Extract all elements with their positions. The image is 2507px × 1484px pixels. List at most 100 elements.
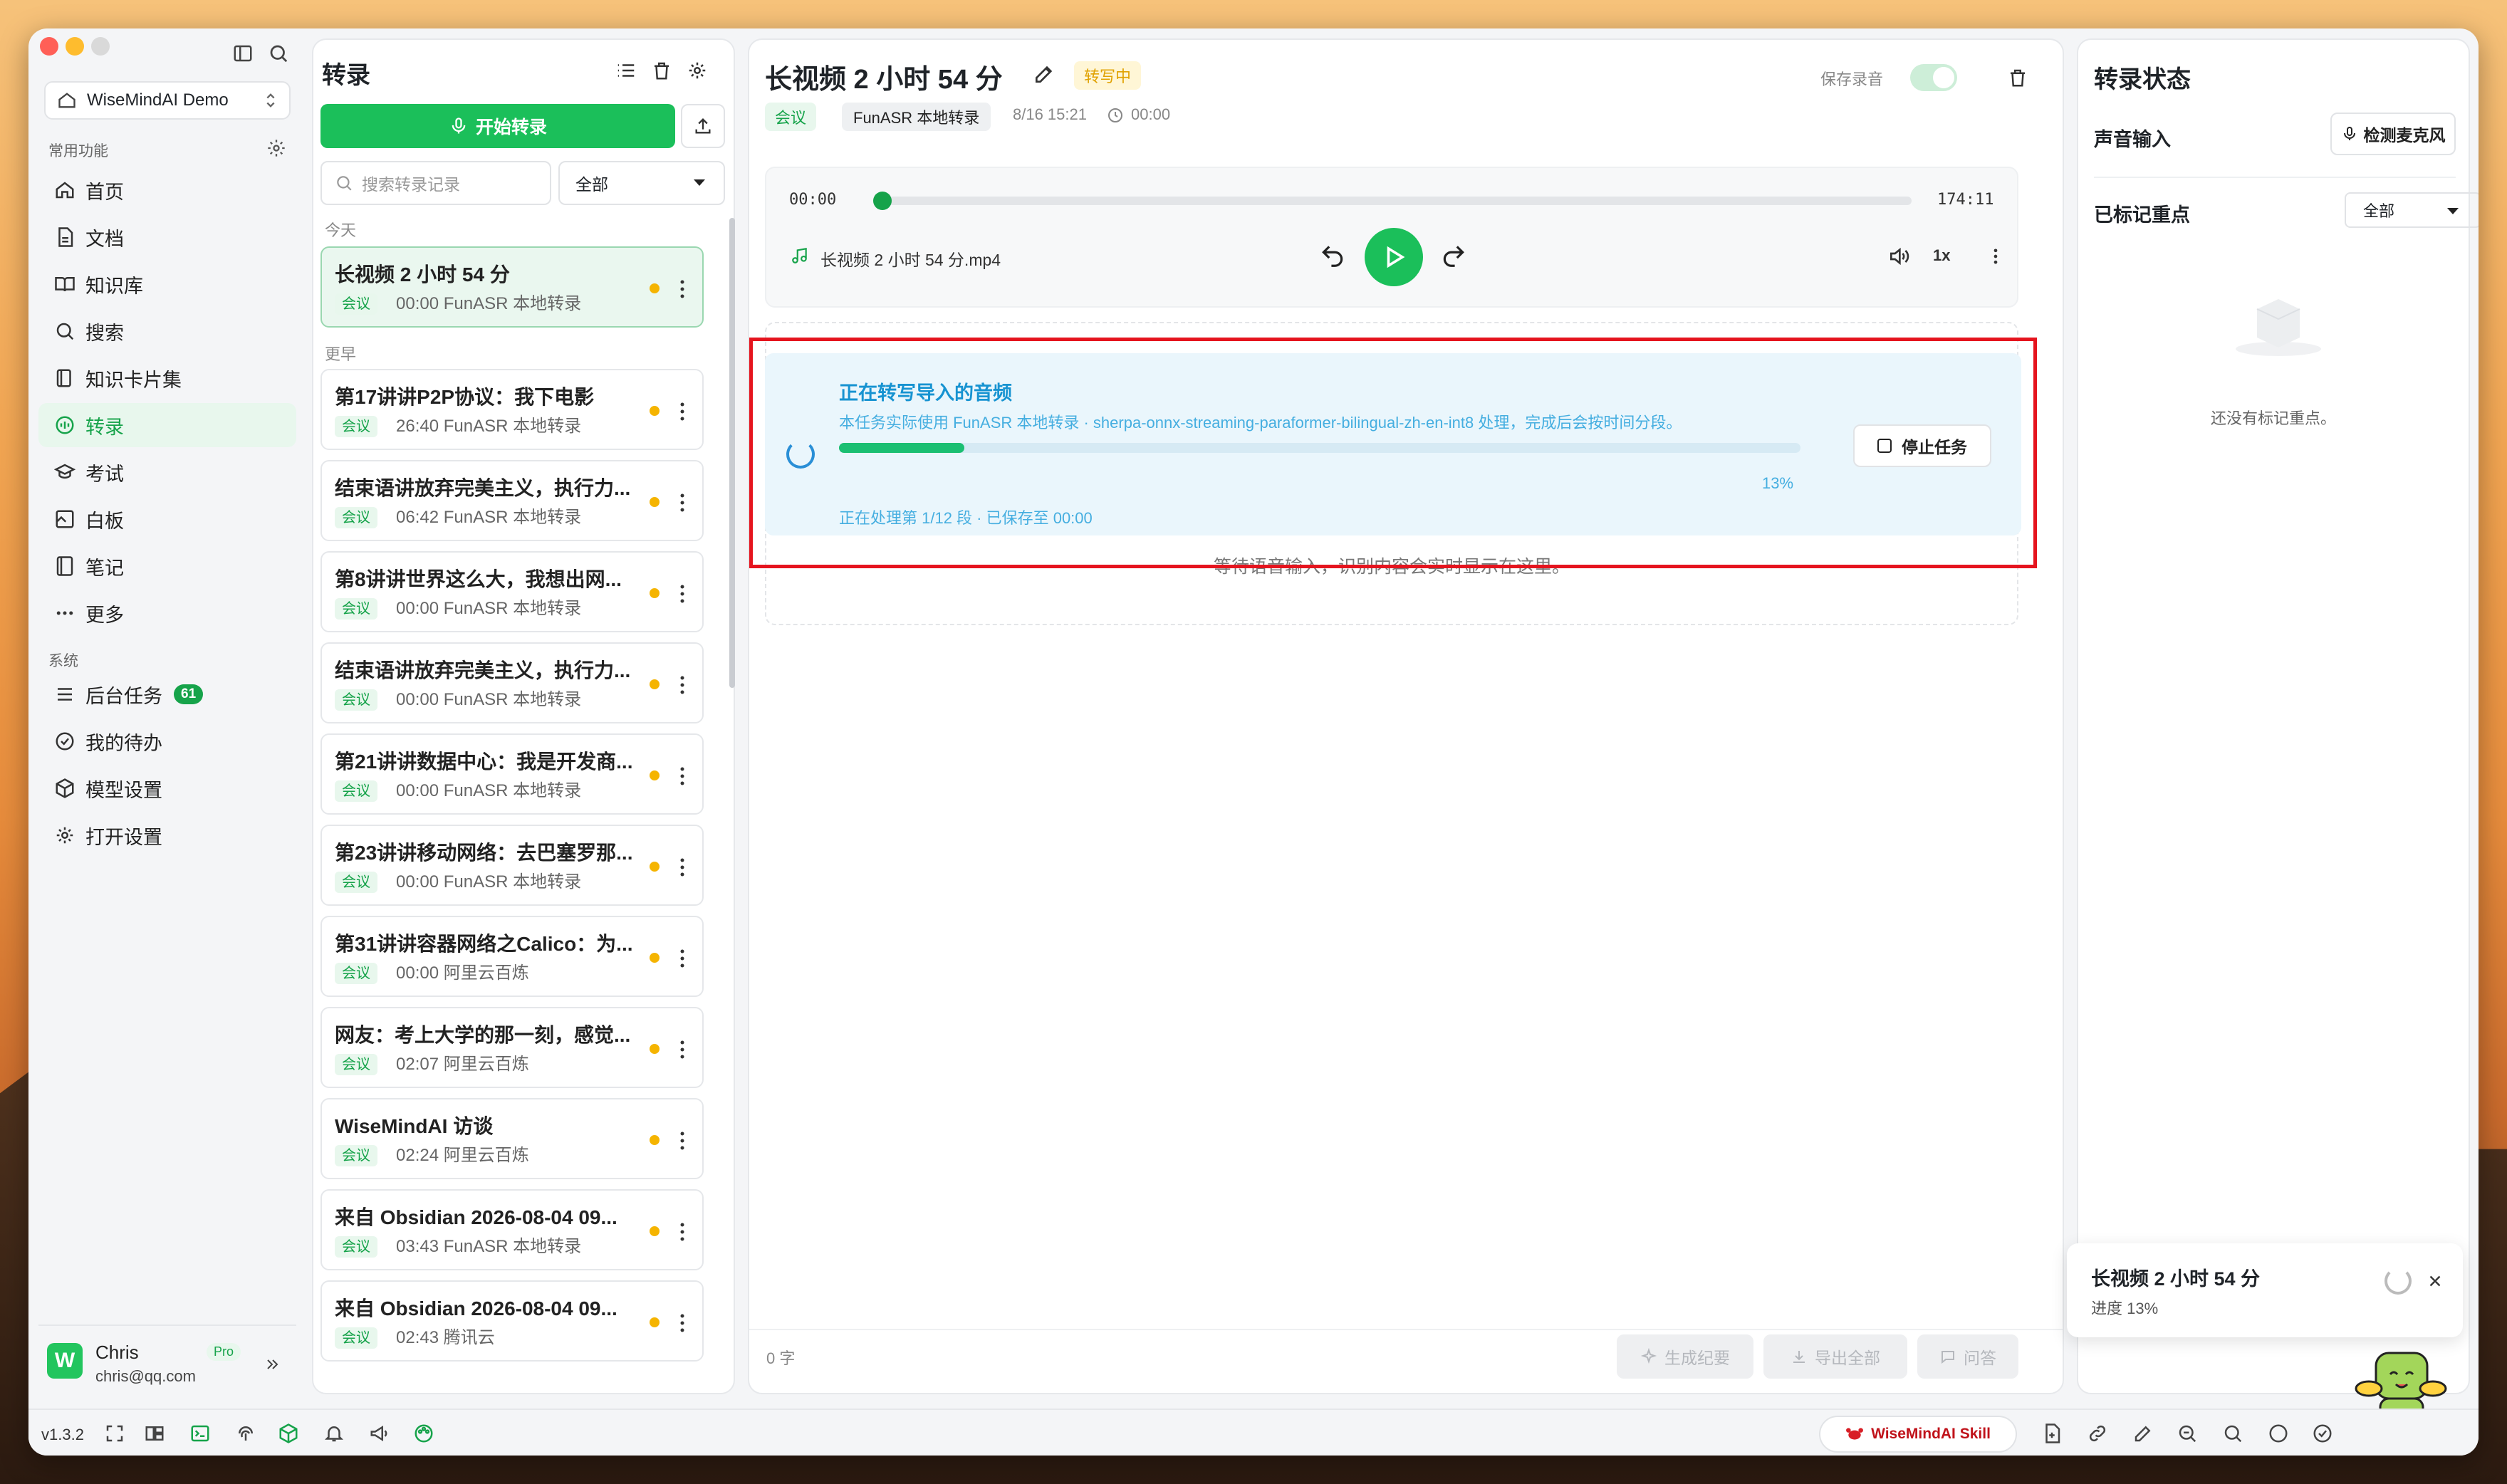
- bell-icon[interactable]: [323, 1423, 345, 1444]
- more-vertical-icon[interactable]: [674, 276, 691, 302]
- list-item[interactable]: 来自 Obsidian 2026-08-04 09... 会议 02:43 腾讯云: [320, 1280, 704, 1362]
- chevrons-right-icon[interactable]: [264, 1356, 281, 1373]
- save-audio-toggle[interactable]: [1910, 64, 1957, 91]
- exam-icon: [54, 461, 75, 483]
- sidebar-item-search[interactable]: 搜索: [38, 309, 296, 353]
- seek-knob[interactable]: [873, 192, 892, 210]
- workspace-selector[interactable]: WiseMindAI Demo: [44, 81, 291, 120]
- more-vertical-icon[interactable]: [674, 399, 691, 424]
- list-view-icon[interactable]: [615, 60, 637, 81]
- more-vertical-icon[interactable]: [1986, 245, 2006, 268]
- list-item[interactable]: 第23讲讲移动网络：去巴塞罗那... 会议 00:00 FunASR 本地转录: [320, 825, 704, 906]
- marked-filter-select[interactable]: 全部: [2345, 192, 2479, 228]
- sidebar-item-label: 考试: [85, 463, 124, 485]
- terminal-icon[interactable]: [189, 1423, 211, 1444]
- list-item[interactable]: 第17讲讲P2P协议：我下电影 会议 26:40 FunASR 本地转录: [320, 369, 704, 450]
- file-add-icon[interactable]: [2041, 1423, 2063, 1444]
- filter-select[interactable]: 全部: [558, 161, 725, 205]
- fullscreen-icon[interactable]: [104, 1423, 125, 1444]
- fingerprint-icon[interactable]: [235, 1423, 256, 1444]
- marked-filter-value: 全部: [2363, 202, 2395, 220]
- start-transcription-button[interactable]: 开始转录: [320, 104, 675, 148]
- close-icon[interactable]: [2426, 1272, 2444, 1290]
- upload-button[interactable]: [681, 104, 725, 148]
- more-vertical-icon[interactable]: [674, 1037, 691, 1062]
- list-item[interactable]: 结束语讲放弃完美主义，执行力... 会议 06:42 FunASR 本地转录: [320, 460, 704, 541]
- skill-label: WiseMindAI Skill: [1871, 1426, 1991, 1442]
- sidebar-item-notes[interactable]: 笔记: [38, 544, 296, 588]
- rewind-icon[interactable]: [1319, 242, 1346, 269]
- qa-button[interactable]: 问答: [1917, 1334, 2018, 1379]
- export-all-button[interactable]: 导出全部: [1763, 1334, 1907, 1379]
- more-vertical-icon[interactable]: [674, 763, 691, 789]
- megaphone-icon[interactable]: [369, 1423, 390, 1444]
- trash-icon[interactable]: [2007, 67, 2028, 88]
- more-vertical-icon[interactable]: [674, 1219, 691, 1245]
- list-item[interactable]: 第21讲讲数据中心：我是开发商... 会议 00:00 FunASR 本地转录: [320, 733, 704, 815]
- user-profile[interactable]: W Chris chris@qq.com Pro: [38, 1324, 296, 1399]
- list-item[interactable]: 第8讲讲世界这么大，我想出网... 会议 00:00 FunASR 本地转录: [320, 551, 704, 632]
- more-vertical-icon[interactable]: [674, 672, 691, 698]
- toggle-sidebar-icon[interactable]: [232, 43, 254, 64]
- seek-bar[interactable]: [873, 192, 1912, 210]
- play-button[interactable]: [1365, 228, 1423, 286]
- sidebar-item-home[interactable]: 首页: [38, 168, 296, 212]
- list-item[interactable]: 第31讲讲容器网络之Calico：为... 会议 00:00 阿里云百炼: [320, 916, 704, 997]
- playback-speed[interactable]: 1x: [1933, 246, 1950, 265]
- skill-button[interactable]: WiseMindAI Skill: [1819, 1416, 2017, 1453]
- layout-icon[interactable]: [144, 1423, 165, 1444]
- edit-icon[interactable]: [2132, 1423, 2154, 1444]
- sidebar-item-whiteboard[interactable]: 白板: [38, 497, 296, 541]
- book-icon: [54, 273, 75, 295]
- more-vertical-icon[interactable]: [674, 855, 691, 880]
- search-icon[interactable]: [268, 43, 289, 64]
- sidebar-item-transcribe[interactable]: 转录: [38, 403, 296, 447]
- more-vertical-icon[interactable]: [674, 946, 691, 971]
- list-item[interactable]: 来自 Obsidian 2026-08-04 09... 会议 03:43 FunA…: [320, 1189, 704, 1270]
- sidebar-item-label: 后台任务: [85, 685, 162, 707]
- volume-icon[interactable]: [1887, 245, 1910, 268]
- sidebar-item-exam[interactable]: 考试: [38, 450, 296, 494]
- trash-icon[interactable]: [651, 60, 672, 81]
- search-input[interactable]: 搜索转录记录: [320, 161, 551, 205]
- sidebar-item-more[interactable]: 更多: [38, 591, 296, 635]
- list-item[interactable]: 结束语讲放弃完美主义，执行力... 会议 00:00 FunASR 本地转录: [320, 642, 704, 723]
- status-dot-icon: [650, 679, 660, 689]
- list-item[interactable]: WiseMindAI 访谈 会议 02:24 阿里云百炼: [320, 1098, 704, 1179]
- more-vertical-icon[interactable]: [674, 490, 691, 516]
- document-icon: [54, 226, 75, 248]
- more-vertical-icon[interactable]: [674, 581, 691, 607]
- more-vertical-icon[interactable]: [674, 1310, 691, 1336]
- sidebar-item-open-settings[interactable]: 打开设置: [38, 813, 296, 857]
- message-icon[interactable]: [2268, 1423, 2289, 1444]
- package-icon[interactable]: [278, 1423, 299, 1444]
- detect-mic-button[interactable]: 检测麦克风: [2330, 113, 2456, 155]
- status-dot-icon: [650, 588, 660, 598]
- more-vertical-icon[interactable]: [674, 1128, 691, 1154]
- search-icon[interactable]: [2222, 1423, 2243, 1444]
- list-item[interactable]: 长视频 2 小时 54 分会议 00:00 FunASR 本地转录: [320, 246, 704, 328]
- zoom-search-icon[interactable]: [2177, 1423, 2198, 1444]
- sidebar-item-model-settings[interactable]: 模型设置: [38, 766, 296, 810]
- sidebar-item-label: 打开设置: [85, 826, 162, 848]
- edit-icon[interactable]: [1033, 63, 1056, 85]
- sidebar-item-cards[interactable]: 知识卡片集: [38, 356, 296, 400]
- qa-label: 问答: [1964, 1349, 1996, 1367]
- stop-task-button[interactable]: 停止任务: [1853, 424, 1991, 467]
- generate-summary-button[interactable]: 生成纪要: [1617, 1334, 1753, 1379]
- list-item-tag: 会议: [335, 416, 377, 437]
- sidebar-item-todos[interactable]: 我的待办: [38, 719, 296, 763]
- sidebar-item-documents[interactable]: 文档: [38, 215, 296, 259]
- check-circle-icon[interactable]: [2312, 1423, 2333, 1444]
- toast-title: 长视频 2 小时 54 分: [2091, 1268, 2261, 1290]
- forward-icon[interactable]: [1440, 242, 1467, 269]
- sidebar-item-background-tasks[interactable]: 后台任务 61: [38, 672, 296, 716]
- settings-gear-icon[interactable]: [266, 138, 286, 158]
- gear-icon[interactable]: [687, 60, 708, 81]
- list-item[interactable]: 网友：考上大学的那一刻，感觉... 会议 02:07 阿里云百炼: [320, 1007, 704, 1088]
- link-icon[interactable]: [2087, 1423, 2108, 1444]
- palette-icon[interactable]: [413, 1423, 434, 1444]
- sidebar-item-knowledge-base[interactable]: 知识库: [38, 262, 296, 306]
- scrollbar[interactable]: [729, 218, 735, 688]
- sidebar-item-label: 搜索: [85, 322, 124, 344]
